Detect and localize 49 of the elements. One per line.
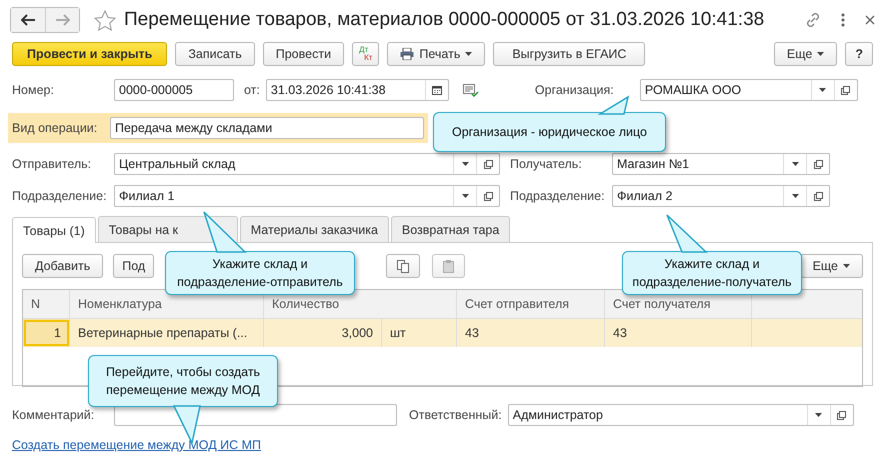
help-button[interactable]: ?: [845, 42, 873, 66]
export-button[interactable]: Выгрузить в ЕГАИС: [493, 42, 646, 66]
save-button[interactable]: Записать: [175, 42, 255, 66]
post-button[interactable]: Провести: [262, 42, 344, 66]
create-link[interactable]: Создать перемещение между МОД ИС МП: [12, 438, 262, 452]
tooltip-text: Укажите склад и подразделение-отправитель: [177, 256, 343, 291]
tooltip-text: Организация - юридическое лицо: [452, 124, 648, 141]
post-and-close-button[interactable]: Провести и закрыть: [12, 42, 168, 66]
field-label: от:: [244, 83, 260, 97]
more-button[interactable]: Еще: [800, 254, 863, 278]
table-cell: шт: [382, 319, 457, 347]
table-cell: Ветеринарные препараты (...: [70, 319, 264, 347]
column-header: N: [23, 290, 70, 318]
add-button[interactable]: Добавить: [22, 254, 104, 278]
input-field[interactable]: 0000-000005: [114, 79, 234, 101]
field-label: Отправитель:: [12, 157, 92, 171]
input-field[interactable]: Передача между складами: [110, 117, 424, 139]
table-cell: 43: [605, 319, 752, 347]
table-cell: 1: [23, 319, 70, 347]
print-button[interactable]: Печать: [387, 42, 486, 66]
date-field[interactable]: 31.03.2026 10:41:38: [266, 79, 449, 101]
pick-button[interactable]: Под: [113, 254, 154, 278]
field-label: Номер:: [12, 83, 55, 97]
input-field[interactable]: Филиал 1: [114, 185, 500, 207]
table-cell: 43: [457, 319, 605, 347]
tab[interactable]: Товары (1): [12, 217, 96, 243]
field-label: Получатель:: [510, 157, 583, 171]
input-field[interactable]: Центральный склад: [114, 153, 500, 175]
window-title: Перемещение товаров, материалов 0000-000005 от 31.03.2026 10:41:38: [124, 9, 766, 31]
input-field[interactable]: Филиал 2: [612, 185, 830, 207]
more-button[interactable]: Еще: [774, 42, 838, 66]
tab[interactable]: Материалы заказчика: [240, 216, 389, 242]
tab[interactable]: Возвратная тара: [390, 216, 510, 242]
input-field[interactable]: РОМАШКА ООО: [640, 79, 858, 101]
field-label: Подразделение:: [12, 189, 108, 203]
tooltip-text: Перейдите, чтобы создать перемещение между МОД: [106, 364, 260, 399]
input-field[interactable]: Администратор: [508, 404, 854, 426]
input-field[interactable]: Магазин №1: [612, 153, 830, 175]
field-label: Вид операции:: [12, 121, 98, 135]
table-row[interactable]: 1 Ветеринарные препараты (... 3,000 шт 43 43: [23, 319, 862, 347]
entries-button[interactable]: Дт Кт: [352, 42, 380, 66]
field-label: Организация:: [534, 83, 615, 97]
column-header: Счет отправителя: [457, 290, 605, 318]
tab[interactable]: Товары на к: [98, 216, 238, 242]
field-label: Комментарий:: [12, 408, 96, 422]
table-cell: 3,000: [264, 319, 382, 347]
tooltip-text: Укажите склад и подразделение-получатель: [632, 256, 792, 291]
field-label: Ответственный:: [409, 408, 502, 422]
field-label: Подразделение:: [510, 189, 606, 203]
